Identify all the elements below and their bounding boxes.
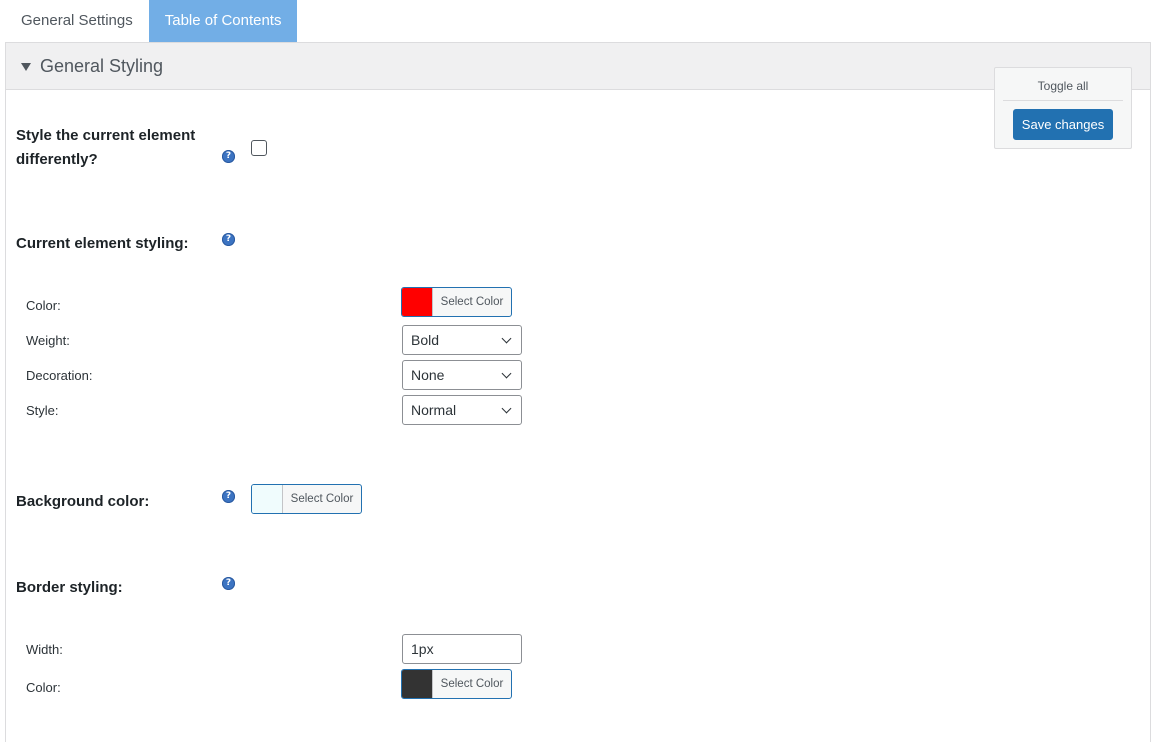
style-select[interactable]: Normal [402, 395, 522, 425]
section-header-general-styling[interactable]: General Styling [6, 43, 1150, 90]
decoration-label: Decoration: [26, 368, 93, 383]
toggle-all-link[interactable]: Toggle all [1003, 77, 1123, 101]
tab-bar: General Settings Table of Contents [5, 0, 298, 42]
triangle-down-icon [21, 62, 31, 71]
help-icon[interactable]: ? [222, 150, 235, 163]
chevron-down-icon [501, 368, 512, 379]
chevron-down-icon [501, 333, 512, 344]
help-icon[interactable]: ? [222, 233, 235, 246]
weight-label: Weight: [26, 333, 70, 348]
border-color-swatch [402, 670, 433, 698]
section-title: General Styling [40, 55, 164, 76]
chevron-down-icon [501, 403, 512, 414]
save-button[interactable]: Save changes [1013, 109, 1113, 140]
current-styling-label: Current element styling: [16, 235, 189, 252]
select-color-text: Select Color [290, 493, 354, 505]
border-width-label: Width: [26, 642, 63, 657]
current-color-label: Color: [26, 298, 61, 313]
current-color-swatch [402, 288, 433, 316]
help-icon[interactable]: ? [222, 490, 235, 503]
help-icon[interactable]: ? [222, 577, 235, 590]
decoration-value: None [411, 367, 445, 383]
style-current-label: Style the current element differently? [16, 127, 196, 168]
select-color-text: Select Color [440, 296, 504, 308]
background-color-label: Background color: [16, 493, 150, 510]
style-label: Style: [26, 403, 59, 418]
tab-table-of-contents[interactable]: Table of Contents [148, 0, 298, 42]
border-width-input[interactable] [402, 634, 522, 664]
weight-value: Bold [411, 332, 440, 348]
tab-general-settings[interactable]: General Settings [5, 0, 149, 42]
border-color-label: Color: [26, 680, 61, 695]
style-value: Normal [411, 402, 457, 418]
style-current-checkbox[interactable] [251, 140, 267, 156]
border-color-picker-button[interactable]: Select Color [401, 669, 512, 699]
background-color-picker-button[interactable]: Select Color [251, 484, 362, 514]
decoration-select[interactable]: None [402, 360, 522, 390]
actions-box: Toggle all Save changes [994, 67, 1132, 149]
background-color-swatch [252, 485, 283, 513]
weight-select[interactable]: Bold [402, 325, 522, 355]
current-color-picker-button[interactable]: Select Color [401, 287, 512, 317]
select-color-text: Select Color [440, 678, 504, 690]
border-styling-label: Border styling: [16, 579, 123, 596]
